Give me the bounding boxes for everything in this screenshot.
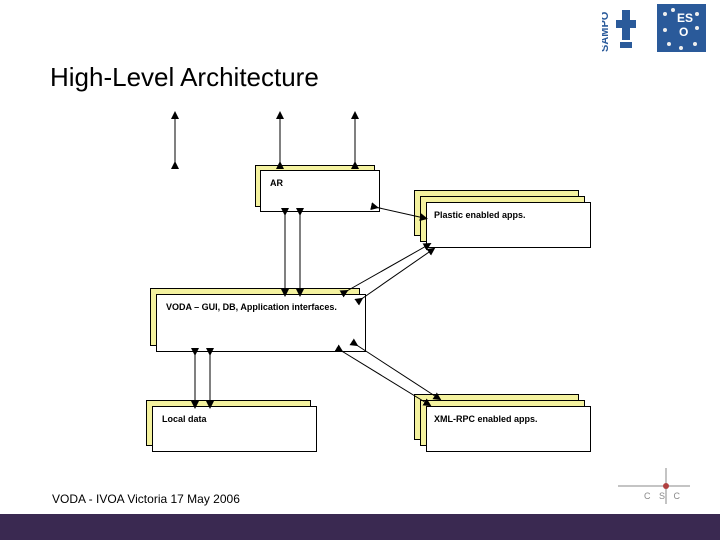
- slide-root: SAMPO ES O C S C High-Level Architecture…: [0, 0, 720, 540]
- diagram-canvas: AR Plastic enabled apps. VODA – GUI, DB,…: [0, 0, 720, 540]
- plastic-label: Plastic enabled apps.: [434, 210, 526, 220]
- plastic-box: [426, 202, 591, 248]
- xmlrpc-label: XML-RPC enabled apps.: [434, 414, 538, 424]
- xmlrpc-box: [426, 406, 591, 452]
- local-box: [152, 406, 317, 452]
- ar-label: AR: [270, 178, 283, 188]
- ar-box: [260, 170, 380, 212]
- arrows: [0, 0, 720, 540]
- local-label: Local data: [162, 414, 207, 424]
- voda-label: VODA – GUI, DB, Application interfaces.: [166, 302, 337, 312]
- footer-band: [0, 514, 720, 540]
- footer-text: VODA - IVOA Victoria 17 May 2006: [52, 492, 240, 506]
